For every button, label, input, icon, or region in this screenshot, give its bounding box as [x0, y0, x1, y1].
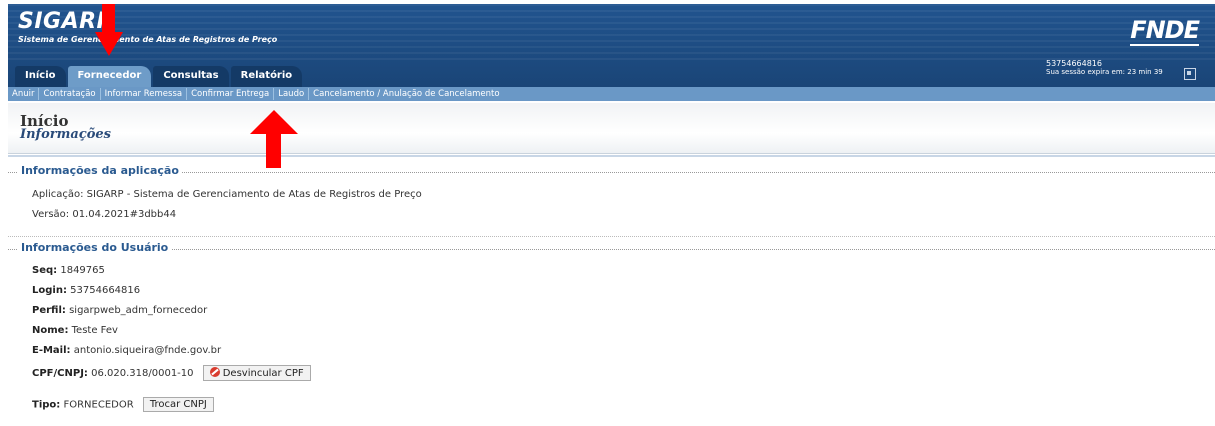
tipo-label: Tipo:: [32, 399, 61, 411]
arrow-up-head: [250, 110, 298, 134]
arrow-down-shaft: [102, 4, 115, 34]
seq-label: Seq:: [32, 265, 58, 276]
app-info-versao: Versão: 01.04.2021#3dbb44: [32, 209, 177, 220]
app-subtitle: Sistema de Gerenciamento de Atas de Regi…: [18, 35, 278, 44]
submenu-bar: Anuir Contratação Informar Remessa Confi…: [8, 87, 1215, 101]
app-brand[interactable]: SIGARP Sistema de Gerenciamento de Atas …: [18, 10, 277, 46]
user-tipo: Tipo: FORNECEDOR Trocar CNPJ: [32, 397, 214, 412]
session-info: 53754664816 Sua sessão expira em: 23 min…: [1046, 59, 1163, 77]
login-label: Login:: [32, 285, 67, 296]
perfil-label: Perfil:: [32, 305, 66, 316]
perfil-value: sigarpweb_adm_fornecedor: [69, 305, 208, 316]
user-cpf: CPF/CNPJ: 06.020.318/0001-10 Desvincular…: [32, 365, 311, 381]
annotation-arrow-down: [95, 4, 123, 60]
user-email: E-Mail: antonio.siqueira@fnde.gov.br: [32, 345, 221, 356]
banner-divider: [8, 155, 1215, 157]
submenu-laudo[interactable]: Laudo: [274, 88, 310, 100]
app-info-fieldset: Informações da aplicação Aplicação: SIGA…: [8, 164, 1215, 237]
desvincular-cpf-button[interactable]: Desvincular CPF: [202, 365, 311, 381]
nome-label: Nome:: [32, 325, 69, 336]
user-id: 53754664816: [1046, 59, 1102, 68]
submenu-confirmar-entrega[interactable]: Confirmar Entrega: [187, 88, 275, 100]
user-info-fieldset: Informações do Usuário Seq: 1849765 Logi…: [8, 241, 1215, 426]
session-expiry: Sua sessão expira em: 23 min 39: [1046, 68, 1163, 76]
trocar-cnpj-button[interactable]: Trocar CNPJ: [142, 397, 214, 412]
app-name: SIGARP: [18, 9, 114, 34]
cpf-label: CPF/CNPJ:: [32, 368, 88, 379]
user-login: Login: 53754664816: [32, 285, 140, 296]
nome-value: Teste Fev: [71, 325, 118, 336]
tab-consultas[interactable]: Consultas: [153, 66, 229, 88]
main-tabs: Início Fornecedor Consultas Relatório: [15, 66, 303, 88]
submenu-contratacao[interactable]: Contratação: [39, 88, 101, 100]
logout-icon[interactable]: [1184, 68, 1196, 80]
app-info-legend: Informações da aplicação: [18, 164, 182, 177]
tab-inicio[interactable]: Início: [15, 66, 66, 88]
cpf-value: 06.020.318/0001-10: [91, 368, 194, 379]
seq-value: 1849765: [60, 265, 105, 276]
submenu-informar-remessa[interactable]: Informar Remessa: [101, 88, 188, 100]
tipo-value: FORNECEDOR: [63, 399, 134, 411]
arrow-down-head: [95, 32, 123, 56]
page-banner: Início Informações: [8, 103, 1215, 154]
arrow-up-shaft: [266, 134, 281, 168]
email-label: E-Mail:: [32, 345, 71, 356]
page-subtitle: Informações: [20, 127, 111, 142]
user-perfil: Perfil: sigarpweb_adm_fornecedor: [32, 305, 207, 316]
user-info-legend: Informações do Usuário: [18, 241, 172, 254]
login-value: 53754664816: [70, 285, 141, 296]
tab-fornecedor[interactable]: Fornecedor: [67, 66, 152, 88]
user-seq: Seq: 1849765: [32, 265, 105, 276]
submenu-anuir[interactable]: Anuir: [8, 88, 40, 100]
fnde-logo: FNDE: [1130, 16, 1200, 46]
submenu-cancelamento[interactable]: Cancelamento / Anulação de Cancelamento: [309, 88, 503, 100]
desvincular-cpf-label: Desvincular CPF: [222, 368, 304, 379]
app-info-aplicacao: Aplicação: SIGARP - Sistema de Gerenciam…: [32, 189, 422, 200]
annotation-arrow-up: [250, 110, 298, 168]
email-value: antonio.siqueira@fnde.gov.br: [73, 345, 222, 356]
prohibited-icon: [209, 367, 220, 377]
user-nome: Nome: Teste Fev: [32, 325, 118, 336]
tab-relatorio[interactable]: Relatório: [230, 66, 303, 88]
